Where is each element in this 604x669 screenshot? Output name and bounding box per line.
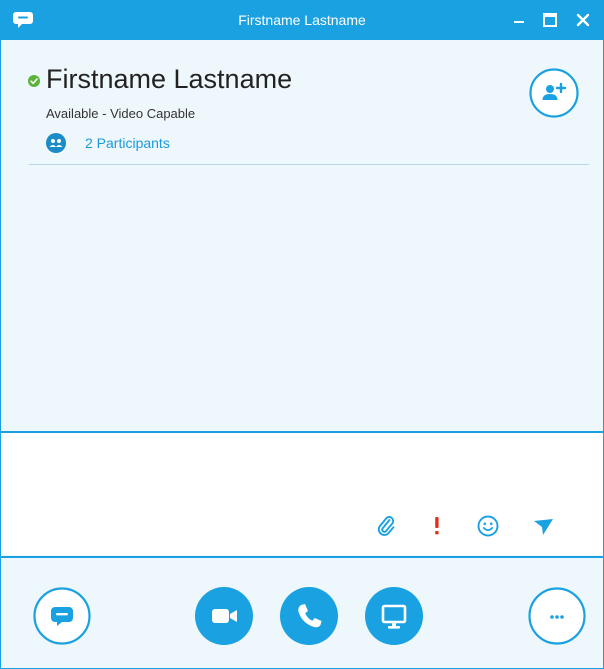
title-bar[interactable]: Firstname Lastname — [1, 0, 603, 40]
add-participant-button[interactable] — [529, 68, 579, 118]
conversation-window: Firstname Lastname Firstname Lastname Av… — [0, 0, 604, 669]
attach-file-button[interactable] — [373, 513, 399, 539]
audio-call-button[interactable] — [280, 587, 338, 645]
maximize-button[interactable] — [534, 0, 566, 40]
add-person-icon — [529, 68, 579, 118]
header-divider — [29, 164, 589, 165]
chat-bubble-icon — [33, 587, 91, 645]
contact-status: Available - Video Capable — [46, 106, 196, 121]
send-arrow-icon — [534, 519, 553, 535]
compose-area — [1, 433, 603, 555]
send-message-button[interactable] — [530, 513, 556, 539]
close-icon — [576, 13, 590, 27]
more-options-button[interactable] — [528, 587, 586, 645]
smiley-icon — [477, 515, 499, 537]
video-call-button[interactable] — [195, 587, 253, 645]
paperclip-icon — [377, 516, 395, 536]
high-importance-button[interactable] — [424, 513, 450, 539]
presence-available-icon — [28, 75, 40, 87]
maximize-icon — [543, 13, 557, 27]
close-button[interactable] — [567, 0, 599, 40]
conversation-toolbar — [1, 558, 603, 669]
exclamation-icon — [435, 517, 439, 535]
minimize-icon — [514, 21, 524, 23]
video-camera-icon — [195, 587, 253, 645]
present-screen-button[interactable] — [365, 587, 423, 645]
conversation-history[interactable] — [1, 166, 603, 430]
contact-name: Firstname Lastname — [46, 64, 293, 94]
participants-label: 2 Participants — [85, 135, 170, 151]
emoticon-button[interactable] — [475, 513, 501, 539]
participants-icon — [46, 133, 66, 153]
minimize-button[interactable] — [503, 0, 535, 40]
message-input[interactable] — [15, 443, 589, 517]
more-options-icon — [528, 587, 586, 645]
im-button[interactable] — [33, 587, 91, 645]
phone-icon — [280, 587, 338, 645]
monitor-icon — [365, 587, 423, 645]
